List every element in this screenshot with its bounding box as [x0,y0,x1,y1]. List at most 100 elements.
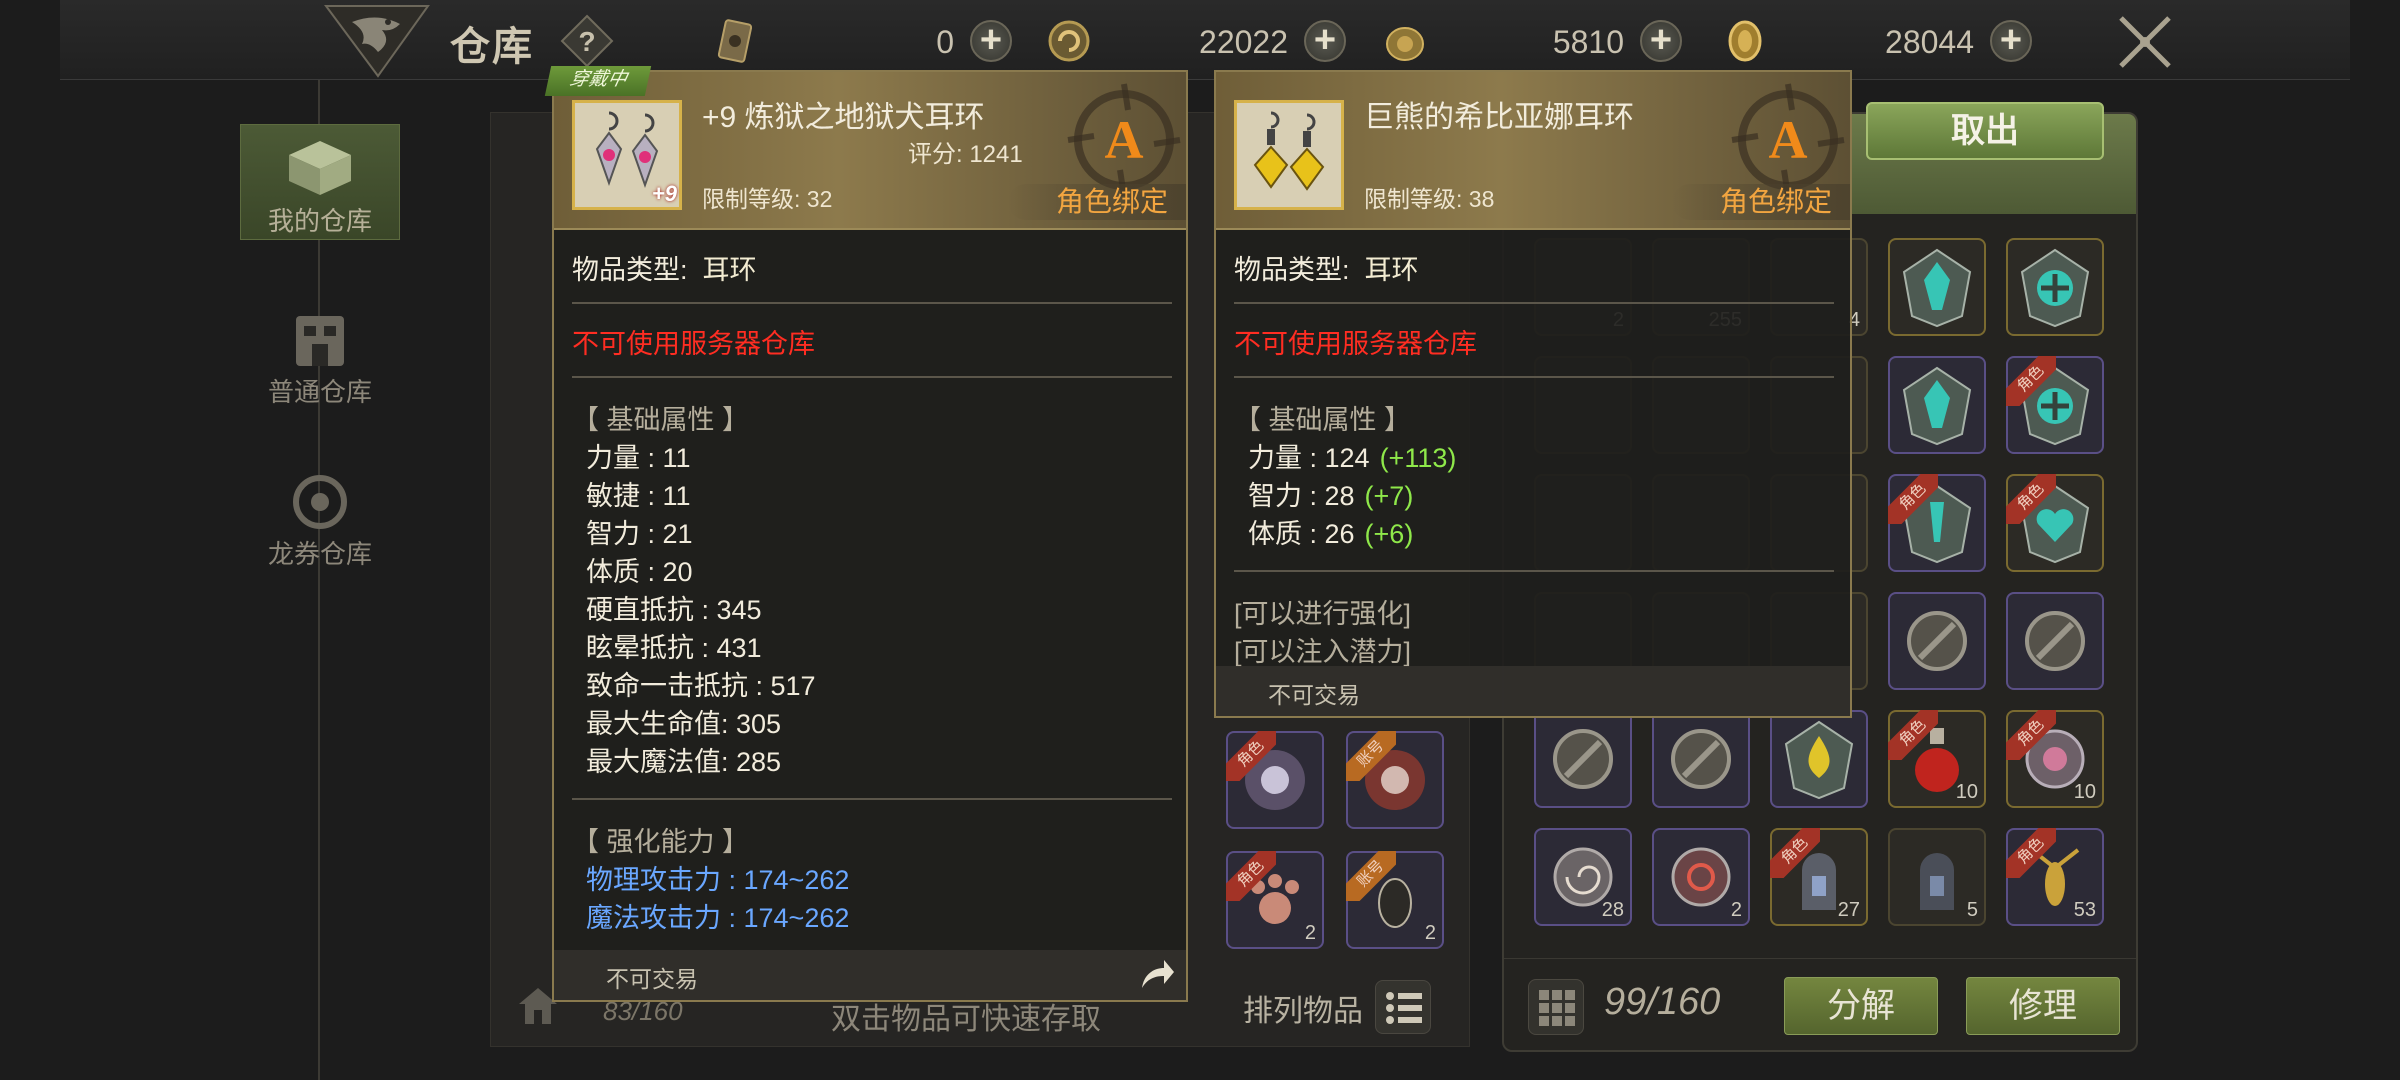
close-icon[interactable] [2115,12,2175,72]
inventory-slot[interactable] [1888,238,1986,336]
item-type-value: 耳环 [702,255,757,285]
blocked-slot-icon [1553,729,1613,789]
teal-shield-icon [2020,248,2090,328]
divider [572,798,1172,800]
trade-status: 不可交易 [1268,682,1360,708]
inventory-slot[interactable] [1888,356,1986,454]
role-bound-tag: 角色 [2006,474,2056,524]
tooltip-footer: 不可交易 [1216,666,1850,716]
item-score: 评分: 1241 [908,141,1023,168]
item-tooltip-equipped: +9 +9 炼狱之地狱犬耳环 评分: 1241 限制等级: 32 A 角色绑定 … [544,66,1188,1002]
inventory-slot[interactable]: 角色 27 [1770,828,1868,926]
slot-count: 10 [1955,781,1978,803]
dragon-logo-icon [324,5,430,78]
storage-slot[interactable]: 角色 [1226,731,1324,829]
server-warning: 不可使用服务器仓库 [1234,329,1477,359]
divider [572,302,1172,304]
storage-slot[interactable]: 账号 [1346,731,1444,829]
inventory-slot[interactable] [1534,710,1632,808]
inventory-slot[interactable]: 角色 10 [2006,710,2104,808]
inventory-slot[interactable] [2006,238,2104,336]
add-currency-button[interactable]: + [1640,20,1682,62]
inventory-slot[interactable]: 5 [1888,828,1986,926]
blocked-slot-icon [1907,611,1967,671]
inventory-slot[interactable]: 角色 [1888,474,1986,572]
currency-value: 5810 [1552,24,1624,60]
role-bound-tag: 角色 [1888,474,1938,524]
swirl-coin-icon [1048,20,1090,62]
item-name: 巨熊的希比亚娜耳环 [1364,101,1634,134]
equipped-tag: 穿戴中 [544,66,652,96]
slot-count: 2 [1304,922,1316,944]
add-currency-button[interactable]: + [1304,20,1346,62]
item-type-value: 耳环 [1364,255,1419,285]
tooltip-header: +9 +9 炼狱之地狱犬耳环 评分: 1241 限制等级: 32 A 角色绑定 [554,72,1186,230]
add-currency-button[interactable]: + [1990,20,2032,62]
sidebar-item-my-storage[interactable]: 我的仓库 [240,124,400,240]
gold-coin-icon [1728,20,1762,62]
inventory-slot[interactable]: 角色 [2006,474,2104,572]
stat-row: 力量 : 11 [586,443,691,473]
divider [1234,570,1834,572]
stat-bonus: (+7) [1364,481,1414,511]
stat-row: 敏捷 : 11 [586,481,691,511]
item-icon: +9 [572,100,682,210]
inventory-slot[interactable] [2006,592,2104,690]
inventory-slot[interactable]: 角色 53 [2006,828,2104,926]
inventory-slot[interactable] [1888,592,1986,690]
inventory-slot[interactable] [1652,710,1750,808]
grid-icon [1539,990,1575,1026]
inventory-footer: 99/160 分解 修理 [1504,958,2136,1050]
role-bound-tag: 角色 [2006,828,2056,878]
inventory-slot[interactable]: 28 [1534,828,1632,926]
repair-button[interactable]: 修理 [1966,977,2120,1035]
teal-armor-icon [1902,248,1972,328]
server-warning: 不可使用服务器仓库 [572,329,815,359]
base-stats-header: 【 基础属性 】 [572,405,750,435]
svg-text:A: A [1769,110,1808,170]
stat-row: 最大魔法值: 285 [586,747,782,777]
item-level-requirement: 限制等级: 38 [1364,186,1495,212]
role-bound-tag: 角色 [1770,828,1820,878]
sidebar-item-dragon-storage[interactable]: 龙券仓库 [240,462,400,578]
account-bound-tag: 账号 [1346,731,1396,781]
stat-row: 力量 : 124 (+113) [1248,436,1456,475]
stat-value: 体质 : 26 [1248,519,1355,549]
item-type-row: 物品类型: 耳环 [1234,248,1419,287]
svg-text:A: A [1105,110,1144,170]
enhance-stat-row: 魔法攻击力 : 174~262 [586,903,850,933]
blocked-slot-icon [1671,729,1731,789]
inventory-slot[interactable] [1770,710,1868,808]
role-bound-tag: 角色 [2006,710,2056,760]
slot-count: 10 [2073,781,2096,803]
inventory-slot[interactable]: 角色 [2006,356,2104,454]
stat-row: 智力 : 28 (+7) [1248,474,1413,513]
help-icon[interactable]: ? [560,14,614,68]
storage-slot[interactable]: 角色 2 [1226,851,1324,949]
role-bound-tag: 角色 [1888,710,1938,760]
item-tooltip-compare: 巨熊的希比亚娜耳环 限制等级: 38 A 角色绑定 物品类型: 耳环 不可使用服… [1214,70,1852,718]
sidebar-item-label: 普通仓库 [267,377,372,407]
stat-row: 眩晕抵抗 : 431 [586,633,762,663]
box-icon [289,141,351,195]
decompose-button[interactable]: 分解 [1784,977,1938,1035]
sidebar-item-normal-storage[interactable]: 普通仓库 [240,300,400,416]
divider [1234,302,1834,304]
slot-count: 5 [1966,899,1978,921]
storage-slot[interactable]: 账号 2 [1346,851,1444,949]
currency-swirl: 22022 + [1046,18,1346,64]
list-icon [1386,992,1422,1024]
take-out-button[interactable]: 取出 [1866,102,2104,160]
role-bind-badge: 角色绑定 [1671,184,1850,220]
grid-view-button[interactable] [1528,979,1584,1035]
add-currency-button[interactable]: + [970,20,1012,62]
tooltip-footer: 不可交易 [554,950,1186,1000]
blocked-slot-icon [2025,611,2085,671]
sort-items-button[interactable] [1375,980,1431,1034]
item-type-label: 物品类型: [1234,255,1350,285]
stat-value: 智力 : 28 [1248,481,1355,511]
inventory-slot[interactable]: 角色 10 [1888,710,1986,808]
tooltip-header: 巨熊的希比亚娜耳环 限制等级: 38 A 角色绑定 [1216,72,1850,230]
share-icon[interactable] [1136,956,1176,994]
inventory-slot[interactable]: 2 [1652,828,1750,926]
